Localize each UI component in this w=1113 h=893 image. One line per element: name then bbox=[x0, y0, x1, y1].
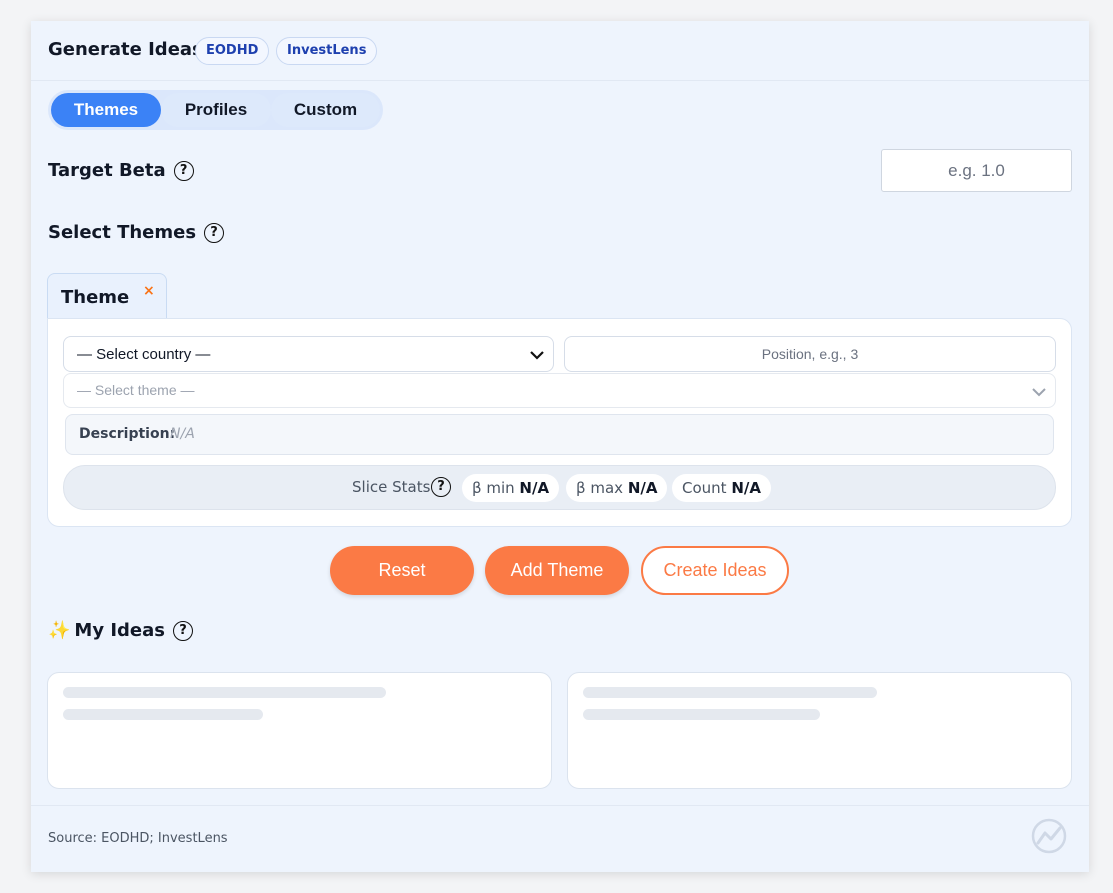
theme-tab[interactable]: Theme × bbox=[47, 273, 167, 319]
description-box: Description: N/A bbox=[65, 414, 1054, 455]
theme-panel: — Select country — Position, e.g., 3 — S… bbox=[47, 318, 1072, 527]
beta-min-stat: β min N/A bbox=[462, 474, 560, 502]
description-label: Description: bbox=[79, 426, 176, 442]
position-input[interactable]: Position, e.g., 3 bbox=[564, 336, 1056, 372]
skeleton-line bbox=[63, 687, 386, 698]
card-header: Generate Ideas EODHD InvestLens bbox=[31, 21, 1089, 81]
beta-max-stat: β max N/A bbox=[566, 474, 668, 502]
source-text: Source: EODHD; InvestLens bbox=[48, 831, 228, 846]
country-select[interactable]: — Select country — bbox=[63, 336, 554, 372]
page-title: Generate Ideas bbox=[48, 39, 203, 60]
description-value: N/A bbox=[170, 426, 195, 442]
badge-eodhd[interactable]: EODHD bbox=[195, 37, 270, 65]
reset-button[interactable]: Reset bbox=[330, 546, 474, 595]
tab-custom[interactable]: Custom bbox=[271, 93, 380, 127]
country-select-value: — Select country — bbox=[77, 346, 211, 363]
card-footer: Source: EODHD; InvestLens bbox=[31, 805, 1089, 872]
theme-select[interactable]: — Select theme — bbox=[63, 373, 1056, 408]
help-icon[interactable]: ? bbox=[172, 620, 193, 641]
count-value: N/A bbox=[731, 479, 761, 497]
logo-icon bbox=[1031, 818, 1067, 854]
position-input-placeholder: Position, e.g., 3 bbox=[761, 346, 859, 362]
idea-card-skeleton bbox=[47, 672, 552, 789]
idea-card-skeleton bbox=[567, 672, 1072, 789]
my-ideas-label: My Ideas bbox=[74, 620, 165, 641]
slice-stats-label: Slice Stats bbox=[352, 478, 431, 496]
skeleton-line bbox=[63, 709, 263, 720]
count-label: Count bbox=[682, 479, 727, 497]
target-beta-input[interactable] bbox=[881, 149, 1072, 192]
generate-ideas-card: Generate Ideas EODHD InvestLens Themes P… bbox=[31, 21, 1089, 872]
select-themes-label-row: Select Themes ? bbox=[48, 222, 225, 243]
beta-min-label: β min bbox=[472, 479, 515, 497]
badge-investlens[interactable]: InvestLens bbox=[276, 37, 378, 65]
skeleton-line bbox=[583, 709, 820, 720]
chevron-down-icon bbox=[530, 351, 544, 360]
beta-min-value: N/A bbox=[519, 479, 550, 497]
create-ideas-button[interactable]: Create Ideas bbox=[641, 546, 789, 595]
theme-select-value: — Select theme — bbox=[77, 382, 195, 398]
theme-tab-label: Theme bbox=[61, 287, 130, 308]
beta-max-label: β max bbox=[576, 479, 624, 497]
tab-profiles[interactable]: Profiles bbox=[161, 93, 271, 127]
sparkles-icon: ✨ bbox=[48, 620, 71, 641]
target-beta-label-row: Target Beta ? bbox=[48, 160, 194, 181]
help-icon[interactable]: ? bbox=[431, 477, 451, 497]
help-icon[interactable]: ? bbox=[204, 222, 225, 243]
target-beta-label: Target Beta bbox=[48, 160, 166, 181]
count-stat: Count N/A bbox=[672, 474, 771, 502]
slice-stats-bar: Slice Stats ? β min N/A β max N/A Count … bbox=[63, 465, 1056, 510]
my-ideas-label-row: ✨ My Ideas ? bbox=[48, 620, 193, 641]
beta-max-value: N/A bbox=[627, 479, 658, 497]
help-icon[interactable]: ? bbox=[173, 160, 194, 181]
select-themes-label: Select Themes bbox=[48, 222, 197, 243]
chevron-down-icon bbox=[1032, 388, 1046, 397]
tab-themes[interactable]: Themes bbox=[51, 93, 161, 127]
close-icon[interactable]: × bbox=[143, 283, 155, 299]
add-theme-button[interactable]: Add Theme bbox=[485, 546, 629, 595]
skeleton-line bbox=[583, 687, 877, 698]
mode-tabs: Themes Profiles Custom bbox=[48, 90, 383, 130]
